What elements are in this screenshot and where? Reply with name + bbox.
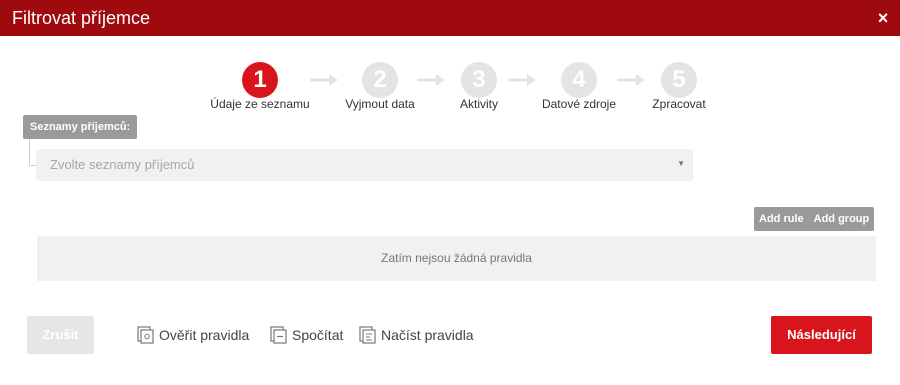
arrow-right-icon [310, 74, 338, 86]
add-group-button[interactable]: Add group [808, 207, 875, 231]
close-icon[interactable]: × [876, 9, 890, 27]
verify-rules-button[interactable]: Ověřit pravidla [137, 325, 249, 345]
load-rules-label: Načíst pravidla [381, 327, 474, 343]
empty-rules-message: Zatím nejsou žádná pravidla [381, 251, 532, 265]
verify-doc-icon [137, 326, 154, 344]
step-number: 4 [561, 62, 597, 98]
dialog-title: Filtrovat příjemce [12, 8, 151, 28]
step-number: 3 [461, 62, 497, 98]
count-label: Spočítat [292, 327, 344, 343]
recipient-lists-label: Seznamy příjemců: [23, 115, 138, 139]
recipient-lists-select[interactable]: Zvolte seznamy příjemců ▼ [36, 149, 693, 181]
select-placeholder: Zvolte seznamy příjemců [50, 157, 195, 172]
step-number: 5 [661, 62, 697, 98]
arrow-right-icon [417, 74, 445, 86]
add-rule-button[interactable]: Add rule [754, 207, 809, 231]
arrow-right-icon [617, 74, 645, 86]
rule-button-group: Add rule Add group [754, 207, 875, 231]
chevron-down-icon: ▼ [677, 159, 685, 168]
dialog-header: Filtrovat příjemce × [0, 0, 900, 36]
cancel-button[interactable]: Zrušit [27, 316, 94, 354]
count-doc-icon [270, 326, 287, 344]
verify-rules-label: Ověřit pravidla [159, 327, 250, 343]
next-button[interactable]: Následující [771, 316, 872, 354]
load-rules-button[interactable]: Načíst pravidla [359, 325, 474, 345]
count-button[interactable]: Spočítat [270, 325, 343, 345]
step-label: Údaje ze seznamu [210, 97, 310, 111]
arrow-right-icon [508, 74, 536, 86]
step-number: 2 [362, 62, 398, 98]
load-doc-icon [359, 326, 376, 344]
rules-container: Zatím nejsou žádná pravidla [37, 236, 876, 281]
step-label: Zpracovat [652, 97, 706, 111]
step-number: 1 [242, 62, 278, 98]
